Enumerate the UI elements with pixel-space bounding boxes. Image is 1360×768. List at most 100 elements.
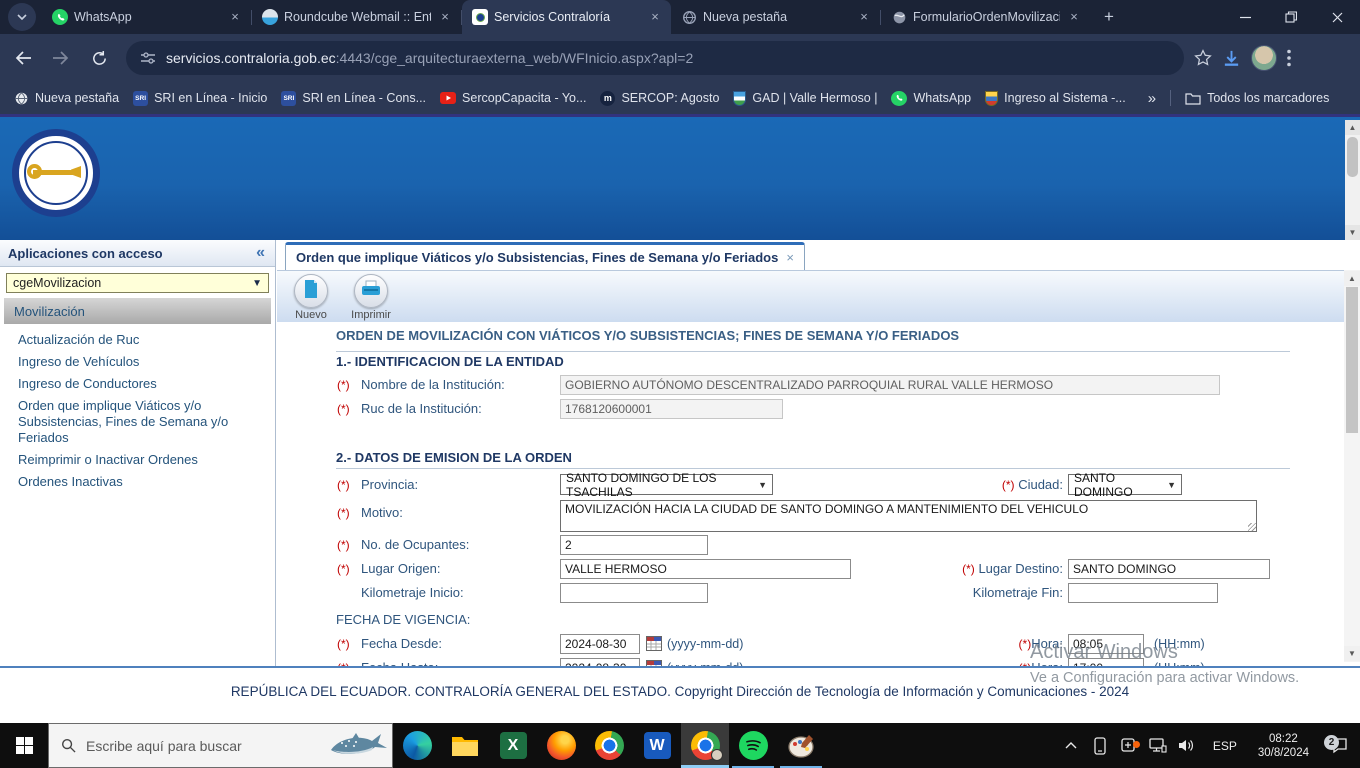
calendar-icon[interactable]: [645, 635, 662, 652]
new-tab-button[interactable]: +: [1096, 4, 1122, 30]
tab-search-button[interactable]: [8, 3, 36, 31]
ocupantes-field[interactable]: [560, 535, 708, 555]
sidebar-item-reimprimir-inactivar[interactable]: Reimprimir o Inactivar Ordenes: [18, 452, 262, 468]
all-bookmarks-button[interactable]: Todos los marcadores: [1185, 91, 1329, 105]
tab-close-button[interactable]: ×: [227, 9, 243, 25]
bookmark-whatsapp[interactable]: WhatsApp: [891, 90, 971, 106]
sidebar-item-ingreso-vehiculos[interactable]: Ingreso de Vehículos: [18, 354, 262, 370]
sidebar-group-movilizacion[interactable]: Movilización: [4, 298, 271, 324]
tab-label: FormularioOrdenMovilizaci: [913, 10, 1060, 24]
taskbar-spotify-button[interactable]: [729, 723, 777, 768]
tray-network-icon[interactable]: [1147, 738, 1169, 753]
scroll-down-arrow[interactable]: ▼: [1345, 225, 1360, 240]
nombre-institucion-field[interactable]: [560, 375, 1220, 395]
ciudad-select[interactable]: SANTO DOMINGO ▼: [1068, 471, 1182, 499]
fecha-desde-label: Fecha Desde:: [361, 636, 442, 651]
tray-phone-link-icon[interactable]: [1089, 736, 1111, 755]
forward-button[interactable]: [46, 43, 76, 73]
fecha-hasta-field[interactable]: [560, 658, 640, 666]
browser-menu-icon[interactable]: [1287, 49, 1291, 67]
sidebar-menu: Actualización de Ruc Ingreso de Vehículo…: [18, 332, 262, 496]
field-row-provincia: (*) Provincia: SANTO DOMINGO DE LOS TSAC…: [277, 471, 1344, 499]
sidebar-item-ordenes-inactivas[interactable]: Ordenes Inactivas: [18, 474, 262, 490]
window-minimize-button[interactable]: [1222, 0, 1268, 34]
bookmark-sercop-agosto[interactable]: m SERCOP: Agosto: [600, 90, 719, 106]
nuevo-button[interactable]: Nuevo: [283, 274, 339, 322]
header-scrollbar[interactable]: ▲ ▼: [1345, 120, 1360, 240]
taskbar-explorer-button[interactable]: [441, 723, 489, 768]
taskbar-search[interactable]: Escribe aquí para buscar: [48, 723, 393, 768]
tray-volume-icon[interactable]: [1176, 738, 1198, 753]
scrollbar-thumb[interactable]: [1347, 137, 1358, 177]
tray-chevron-up-icon[interactable]: [1060, 742, 1082, 749]
taskbar-clock[interactable]: 08:22 30/8/2024: [1252, 732, 1315, 760]
profile-avatar[interactable]: [1251, 45, 1277, 71]
tab-close-button[interactable]: ×: [1066, 9, 1082, 25]
bookmark-sri-inicio[interactable]: SRI SRI en Línea - Inicio: [133, 90, 267, 106]
address-bar[interactable]: servicios.contraloria.gob.ec:4443/cge_ar…: [126, 41, 1184, 75]
taskbar-word-button[interactable]: W: [633, 723, 681, 768]
bookmark-sercopcapacita[interactable]: SercopCapacita - Yo...: [440, 91, 586, 105]
site-settings-icon[interactable]: [140, 51, 156, 65]
sidebar-item-actualizacion-ruc[interactable]: Actualización de Ruc: [18, 332, 262, 348]
taskbar-edge-button[interactable]: [393, 723, 441, 768]
window-close-button[interactable]: [1314, 0, 1360, 34]
browser-tab-whatsapp[interactable]: WhatsApp ×: [42, 0, 251, 34]
provincia-select[interactable]: SANTO DOMINGO DE LOS TSACHILAS ▼: [560, 471, 773, 499]
lugar-origen-field[interactable]: [560, 559, 851, 579]
application-select[interactable]: cgeMovilizacion ▼: [6, 273, 269, 293]
bookmarks-overflow-button[interactable]: »: [1148, 90, 1156, 107]
start-button[interactable]: [0, 723, 48, 768]
sidebar-header: Aplicaciones con acceso «: [0, 240, 275, 267]
browser-tab-servicios-contraloria-active[interactable]: Servicios Contraloría ×: [462, 0, 671, 34]
bookmark-nueva-pestana[interactable]: Nueva pestaña: [14, 91, 119, 106]
document-tab-close[interactable]: ×: [786, 250, 794, 265]
scroll-down-arrow[interactable]: ▼: [1344, 646, 1360, 661]
lugar-destino-field[interactable]: [1068, 559, 1270, 579]
fecha-desde-field[interactable]: [560, 634, 640, 654]
scroll-up-arrow[interactable]: ▲: [1345, 120, 1360, 135]
content-area: Orden que implique Viáticos y/o Subsiste…: [277, 240, 1344, 666]
km-fin-field[interactable]: [1068, 583, 1218, 603]
imprimir-button[interactable]: Imprimir: [343, 274, 399, 322]
tab-close-button[interactable]: ×: [437, 9, 453, 25]
chevron-down-icon: [17, 14, 27, 20]
taskbar-paint-button[interactable]: [777, 723, 825, 768]
field-row-ocupantes: (*) No. de Ocupantes:: [277, 534, 1344, 556]
browser-tab-nueva-pestana[interactable]: Nueva pestaña ×: [671, 0, 880, 34]
window-restore-button[interactable]: [1268, 0, 1314, 34]
whale-shark-image[interactable]: [328, 728, 390, 767]
scrollbar-thumb[interactable]: [1346, 287, 1358, 433]
content-scrollbar[interactable]: ▲ ▼: [1344, 270, 1360, 662]
download-icon[interactable]: [1222, 49, 1241, 68]
calendar-icon[interactable]: [645, 659, 662, 666]
taskbar-excel-button[interactable]: X: [489, 723, 537, 768]
ruc-institucion-field[interactable]: [560, 399, 783, 419]
back-button[interactable]: [8, 43, 38, 73]
sidebar-item-orden-viaticos[interactable]: Orden que implique Viáticos y/o Subsiste…: [18, 398, 262, 446]
browser-tab-formulario-orden[interactable]: FormularioOrdenMovilizaci ×: [881, 0, 1090, 34]
motivo-textarea[interactable]: MOVILIZACIÓN HACIA LA CIUDAD DE SANTO DO…: [560, 500, 1257, 532]
reload-button[interactable]: [84, 43, 114, 73]
tab-close-button[interactable]: ×: [856, 9, 872, 25]
ruc-label: Ruc de la Institución:: [361, 401, 482, 416]
bookmark-star-icon[interactable]: [1194, 49, 1212, 67]
tab-close-button[interactable]: ×: [647, 9, 663, 25]
browser-tab-bar: WhatsApp × Roundcube Webmail :: Entra × …: [0, 0, 1360, 34]
taskbar-chrome-button[interactable]: [585, 723, 633, 768]
km-inicio-field[interactable]: [560, 583, 708, 603]
resize-grip[interactable]: [1248, 523, 1256, 531]
document-tab[interactable]: Orden que implique Viáticos y/o Subsiste…: [285, 242, 805, 270]
taskbar-chrome-profile-button-active[interactable]: [681, 723, 729, 768]
taskbar-firefox-button[interactable]: [537, 723, 585, 768]
sidebar-collapse-icon[interactable]: «: [256, 244, 265, 262]
sidebar-item-ingreso-conductores[interactable]: Ingreso de Conductores: [18, 376, 262, 392]
language-indicator[interactable]: ESP: [1205, 739, 1245, 753]
bookmark-gad-valle-hermoso[interactable]: GAD | Valle Hermoso |: [733, 90, 877, 106]
action-center-button[interactable]: 2: [1322, 735, 1356, 754]
browser-tab-roundcube[interactable]: Roundcube Webmail :: Entra ×: [252, 0, 461, 34]
tray-update-icon[interactable]: [1118, 737, 1140, 754]
bookmark-sri-consultas[interactable]: SRI SRI en Línea - Cons...: [281, 90, 426, 106]
scroll-up-arrow[interactable]: ▲: [1344, 271, 1360, 286]
bookmark-ingreso-sistema[interactable]: Ingreso al Sistema -...: [985, 90, 1126, 106]
